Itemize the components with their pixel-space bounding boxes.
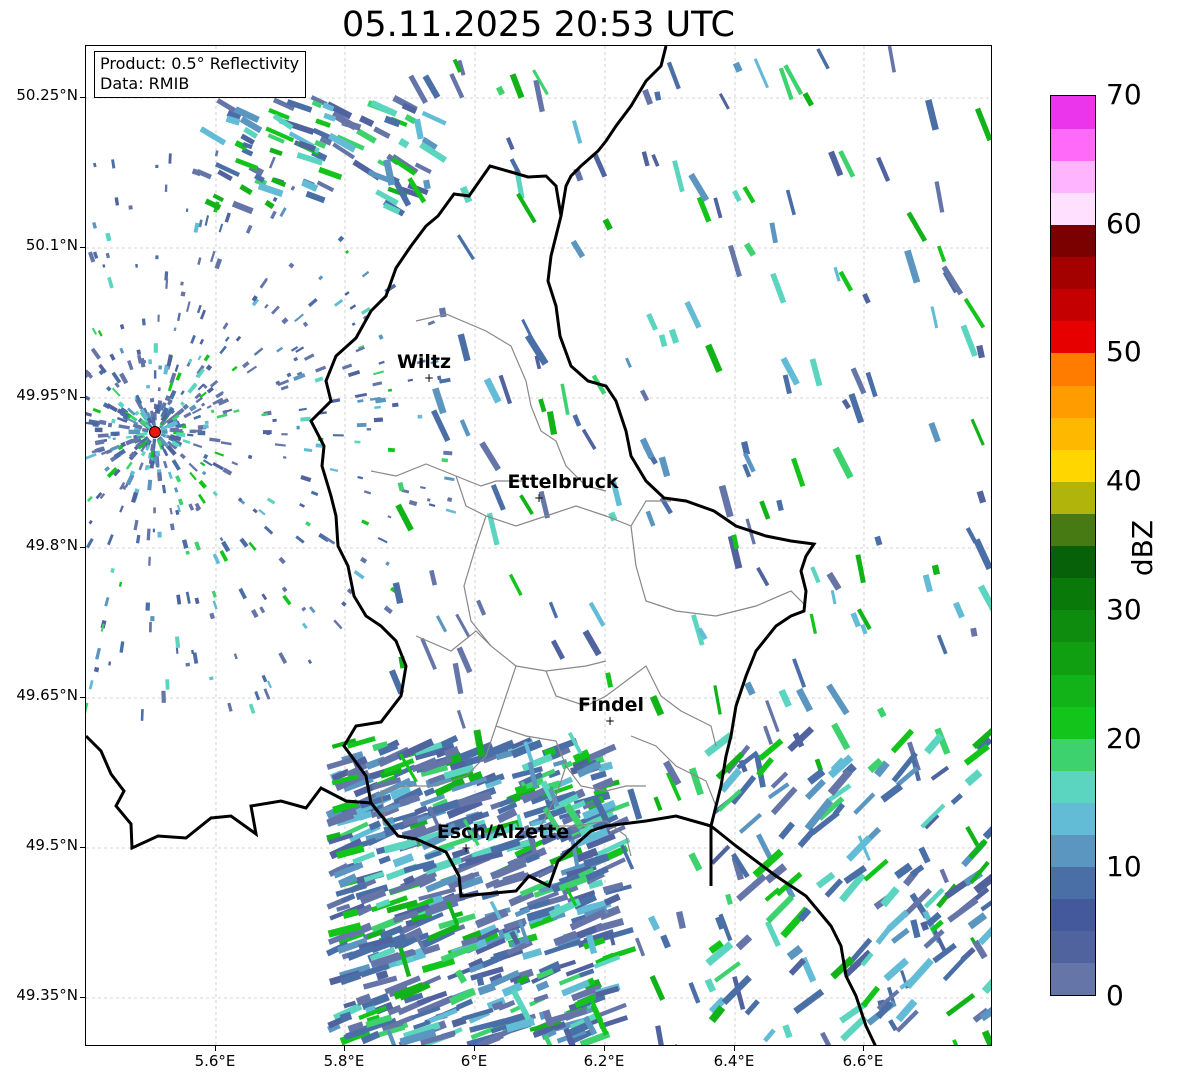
city-marker-ettelbruck: + [533,491,545,505]
lat-label: 50.1°N [25,236,78,254]
colorbar-segment [1051,192,1095,226]
lon-label: 6.2°E [583,1052,625,1070]
colorbar-segment [1051,481,1095,514]
colorbar-segment [1051,320,1095,354]
colorbar-unit-label: dBZ [1126,519,1159,577]
colorbar-segment [1051,802,1095,836]
lon-label: 5.8°E [323,1052,365,1070]
lat-tick [80,997,85,998]
colorbar-segment [1051,513,1095,547]
colorbar-segment [1051,224,1095,258]
lat-label: 49.65°N [16,686,78,704]
lat-tick [80,247,85,248]
colorbar-tick-label: 10 [1106,850,1142,883]
lon-label: 6.6°E [842,1052,884,1070]
city-label-esch-alzette: Esch/Alzette [436,821,570,843]
colorbar-segment [1051,545,1095,579]
colorbar-segment [1051,930,1095,964]
lat-tick [80,547,85,548]
lat-tick [80,847,85,848]
colorbar-segment [1051,449,1095,482]
map-canvas [86,46,991,1045]
colorbar-segment [1051,609,1095,643]
lat-label: 49.5°N [25,836,78,854]
colorbar-segment [1051,962,1095,995]
colorbar-tick-label: 30 [1106,593,1142,626]
reflectivity-colorbar [1050,95,1096,996]
colorbar-tick-label: 20 [1106,722,1142,755]
colorbar-segment [1051,770,1095,803]
lon-label: 6.4°E [713,1052,755,1070]
lon-tick [604,1046,605,1051]
lat-label: 49.8°N [25,536,78,554]
colorbar-segment [1051,706,1095,739]
colorbar-segment [1051,96,1095,129]
colorbar-segment [1051,384,1095,418]
colorbar-tick-label: 0 [1106,979,1124,1012]
lat-label: 49.95°N [16,386,78,404]
colorbar-segment [1051,738,1095,771]
map-title: 05.11.2025 20:53 UTC [342,5,735,45]
radar-site-marker [149,426,161,438]
lon-tick [344,1046,345,1051]
colorbar-segment [1051,160,1095,193]
product-text: Product: 0.5° Reflectivity [100,54,300,73]
colorbar-segment [1051,866,1095,900]
lon-tick [734,1046,735,1051]
city-label-findel: Findel [577,694,645,716]
colorbar-tick-label: 40 [1106,464,1142,497]
colorbar-segment [1051,352,1095,386]
radar-map[interactable] [85,45,992,1046]
lat-tick [80,697,85,698]
colorbar-segment [1051,288,1095,322]
colorbar-segment [1051,577,1095,611]
lat-tick [80,397,85,398]
lon-label: 6°E [460,1052,488,1070]
colorbar-segment [1051,641,1095,675]
radar-echoes [86,46,991,1045]
colorbar-segment [1051,128,1095,161]
colorbar-tick-label: 60 [1106,207,1142,240]
colorbar-segment [1051,834,1095,868]
colorbar-tick-label: 70 [1106,78,1142,111]
country-borders [86,46,877,1045]
city-label-wiltz: Wiltz [396,351,452,373]
colorbar-segment [1051,673,1095,707]
lon-label: 5.6°E [194,1052,236,1070]
city-marker-findel: + [604,714,616,728]
lat-tick [80,97,85,98]
lon-tick [863,1046,864,1051]
colorbar-segment [1051,417,1095,450]
city-label-ettelbruck: Ettelbruck [507,471,619,493]
data-source-text: Data: RMIB [100,74,190,93]
city-marker-wiltz: + [423,371,435,385]
lon-tick [474,1046,475,1051]
product-info-box: Product: 0.5° Reflectivity Data: RMIB [94,51,307,98]
colorbar-segment [1051,256,1095,290]
colorbar-segment [1051,898,1095,932]
lat-label: 49.35°N [16,986,78,1004]
colorbar-tick-label: 50 [1106,335,1142,368]
lat-label: 50.25°N [16,86,78,104]
city-marker-esch-alzette: + [460,841,472,855]
lon-tick [215,1046,216,1051]
